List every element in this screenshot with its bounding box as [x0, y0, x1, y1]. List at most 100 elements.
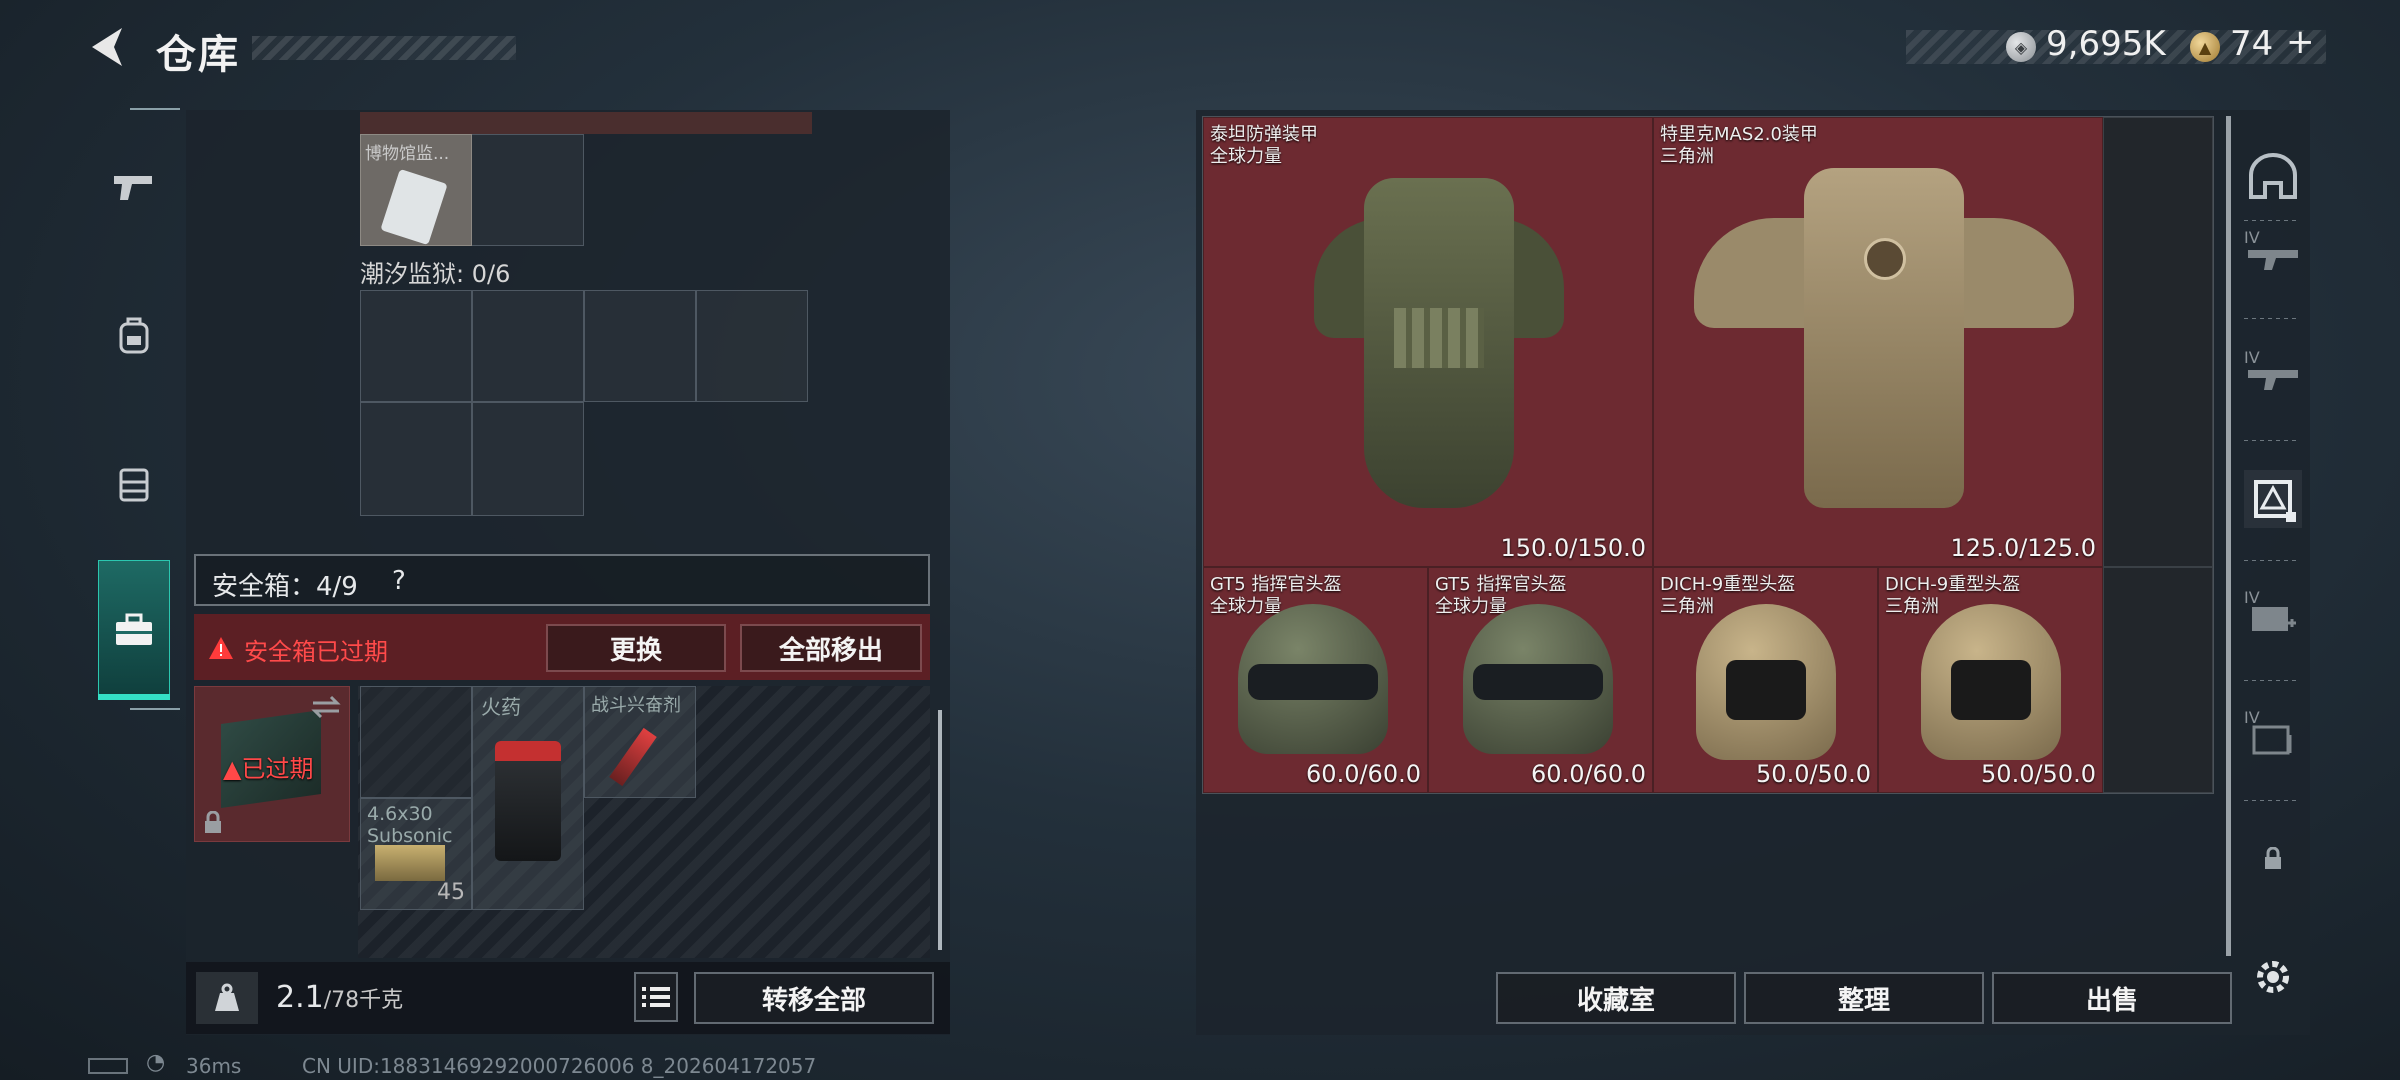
replace-button[interactable]: 更换 [546, 624, 726, 672]
loot-durability: 60.0/60.0 [1306, 760, 1421, 788]
storage-slot[interactable] [360, 686, 472, 798]
loot-durability: 60.0/60.0 [1531, 760, 1646, 788]
gear-icon [2257, 961, 2289, 993]
lock-icon [205, 811, 221, 833]
body-armor-icon [1694, 148, 2074, 528]
helmet-icon [1238, 604, 1388, 754]
container-slot[interactable] [472, 402, 584, 516]
gunpowder-item[interactable]: 火药 [472, 686, 584, 910]
weight-icon [215, 983, 239, 1011]
stimulant-label: 战斗兴奋剂 [591, 695, 681, 716]
rail-divider [2244, 560, 2300, 561]
previous-container-row [360, 112, 812, 134]
transfer-all-button[interactable]: 转移全部 [694, 972, 934, 1024]
left-scrollbar[interactable] [938, 710, 942, 950]
armor-slot-icon [2254, 480, 2296, 522]
loot-durability: 50.0/50.0 [1981, 760, 2096, 788]
loot-item[interactable]: DICH-9重型头盔 三角洲 50.0/50.0 [1878, 567, 2103, 793]
weight-current-value: 2.1 [276, 980, 324, 1015]
safebox-item[interactable]: ▲已过期 [194, 686, 350, 842]
container-slot[interactable] [472, 290, 584, 402]
tier-label: IV [2244, 348, 2260, 367]
body-armor-icon [1314, 158, 1564, 528]
swap-icon [311, 695, 341, 719]
empty-loot-slot[interactable] [2103, 117, 2213, 567]
rail-divider [2244, 800, 2300, 801]
gunpowder-jar-icon [495, 741, 561, 861]
ammo-item[interactable]: 4.6x30 Subsonic 45 [360, 798, 472, 910]
expired-alert-text: 安全箱已过期 [244, 638, 388, 666]
helmet-icon [1463, 604, 1613, 754]
loot-item[interactable]: 泰坦防弹装甲 全球力量 150.0/150.0 [1203, 117, 1653, 567]
empty-loot-slot[interactable] [2103, 567, 2213, 793]
tier-label: IV [2244, 708, 2260, 727]
ammo-count: 45 [437, 880, 465, 905]
rail-item-helmet[interactable] [2244, 148, 2302, 206]
rail-item-weapon-2[interactable]: IV [2244, 348, 2302, 406]
weight-max: /78千克 [323, 988, 404, 1013]
back-button[interactable] [86, 24, 132, 70]
gunpowder-label: 火药 [481, 695, 521, 719]
helmet-icon [1696, 604, 1836, 760]
expired-badge-text: 已过期 [241, 755, 314, 783]
safebox-header: 安全箱：4/9 ? [194, 554, 930, 606]
sidebar-item-case-icon-wrap [110, 606, 158, 654]
museum-item[interactable]: 博物馆监... [360, 134, 472, 246]
container-slot[interactable] [360, 402, 472, 516]
rail-divider [2244, 220, 2300, 221]
loot-durability: 50.0/50.0 [1756, 760, 1871, 788]
stimulant-item[interactable]: 战斗兴奋剂 [584, 686, 696, 798]
loot-item[interactable]: GT5 指挥官头盔 全球力量 60.0/60.0 [1428, 567, 1653, 793]
syringe-icon [609, 727, 657, 787]
right-scrollbar[interactable] [2226, 116, 2231, 956]
list-view-button[interactable] [634, 972, 678, 1022]
list-icon [642, 987, 670, 1007]
sidebar-divider [130, 708, 180, 710]
loot-item[interactable]: GT5 指挥官头盔 全球力量 60.0/60.0 [1203, 567, 1428, 793]
rail-item-weapon-1[interactable]: IV [2244, 228, 2302, 286]
helmet-slot-icon [2249, 153, 2297, 199]
back-arrow-icon [92, 28, 122, 66]
tier-label: IV [2244, 228, 2260, 247]
chest-rig-icon [119, 468, 149, 502]
safebox-help-button[interactable]: ? [392, 566, 406, 596]
toolbox-icon [116, 613, 152, 645]
loot-item[interactable]: 特里克MAS2.0装甲 三角洲 125.0/125.0 [1653, 117, 2103, 567]
pistol-icon [114, 176, 152, 200]
rail-divider [2244, 680, 2300, 681]
expired-warning-glyph: ▲ [223, 755, 242, 783]
rail-item-medkit[interactable]: IV [2244, 588, 2302, 646]
backpack-icon [119, 317, 149, 354]
sell-button[interactable]: 出售 [1992, 972, 2232, 1024]
helmet-icon [1921, 604, 2061, 760]
rail-divider [2244, 440, 2300, 441]
container-slot[interactable] [360, 290, 472, 402]
settings-button[interactable] [2244, 948, 2302, 1006]
sidebar-item-weapon[interactable] [110, 164, 158, 212]
expired-badge: ▲已过期 [223, 749, 313, 784]
museum-item-label: 博物馆监... [365, 144, 450, 164]
loot-durability: 150.0/150.0 [1500, 534, 1647, 562]
document-item-icon [380, 168, 448, 246]
collection-room-button[interactable]: 收藏室 [1496, 972, 1736, 1024]
rail-item-armor[interactable] [2244, 470, 2302, 528]
lock-icon [2265, 847, 2281, 869]
ammo-box-icon [375, 845, 445, 881]
ping-value: 36ms [186, 1054, 242, 1078]
loot-item[interactable]: DICH-9重型头盔 三角洲 50.0/50.0 [1653, 567, 1878, 793]
sort-button[interactable]: 整理 [1744, 972, 1984, 1024]
rail-divider [2244, 318, 2300, 319]
sidebar-item-backpack[interactable] [110, 312, 158, 360]
weight-icon-wrap [196, 972, 258, 1024]
container-slot[interactable] [696, 290, 808, 402]
container-slot[interactable] [584, 290, 696, 402]
user-uid: CN UID:18831469292000726006 8_2026041720… [302, 1054, 817, 1078]
tide-prison-label: 潮汐监狱: 0/6 [360, 260, 511, 288]
rail-item-pouch[interactable]: IV [2244, 708, 2302, 766]
gold-add-button[interactable]: + [2286, 22, 2315, 62]
page-title: 仓库 [156, 32, 240, 78]
rail-lock[interactable] [2244, 830, 2302, 888]
remove-all-button[interactable]: 全部移出 [740, 624, 922, 672]
sidebar-active-indicator [98, 694, 170, 700]
sidebar-item-vest[interactable] [110, 460, 158, 508]
